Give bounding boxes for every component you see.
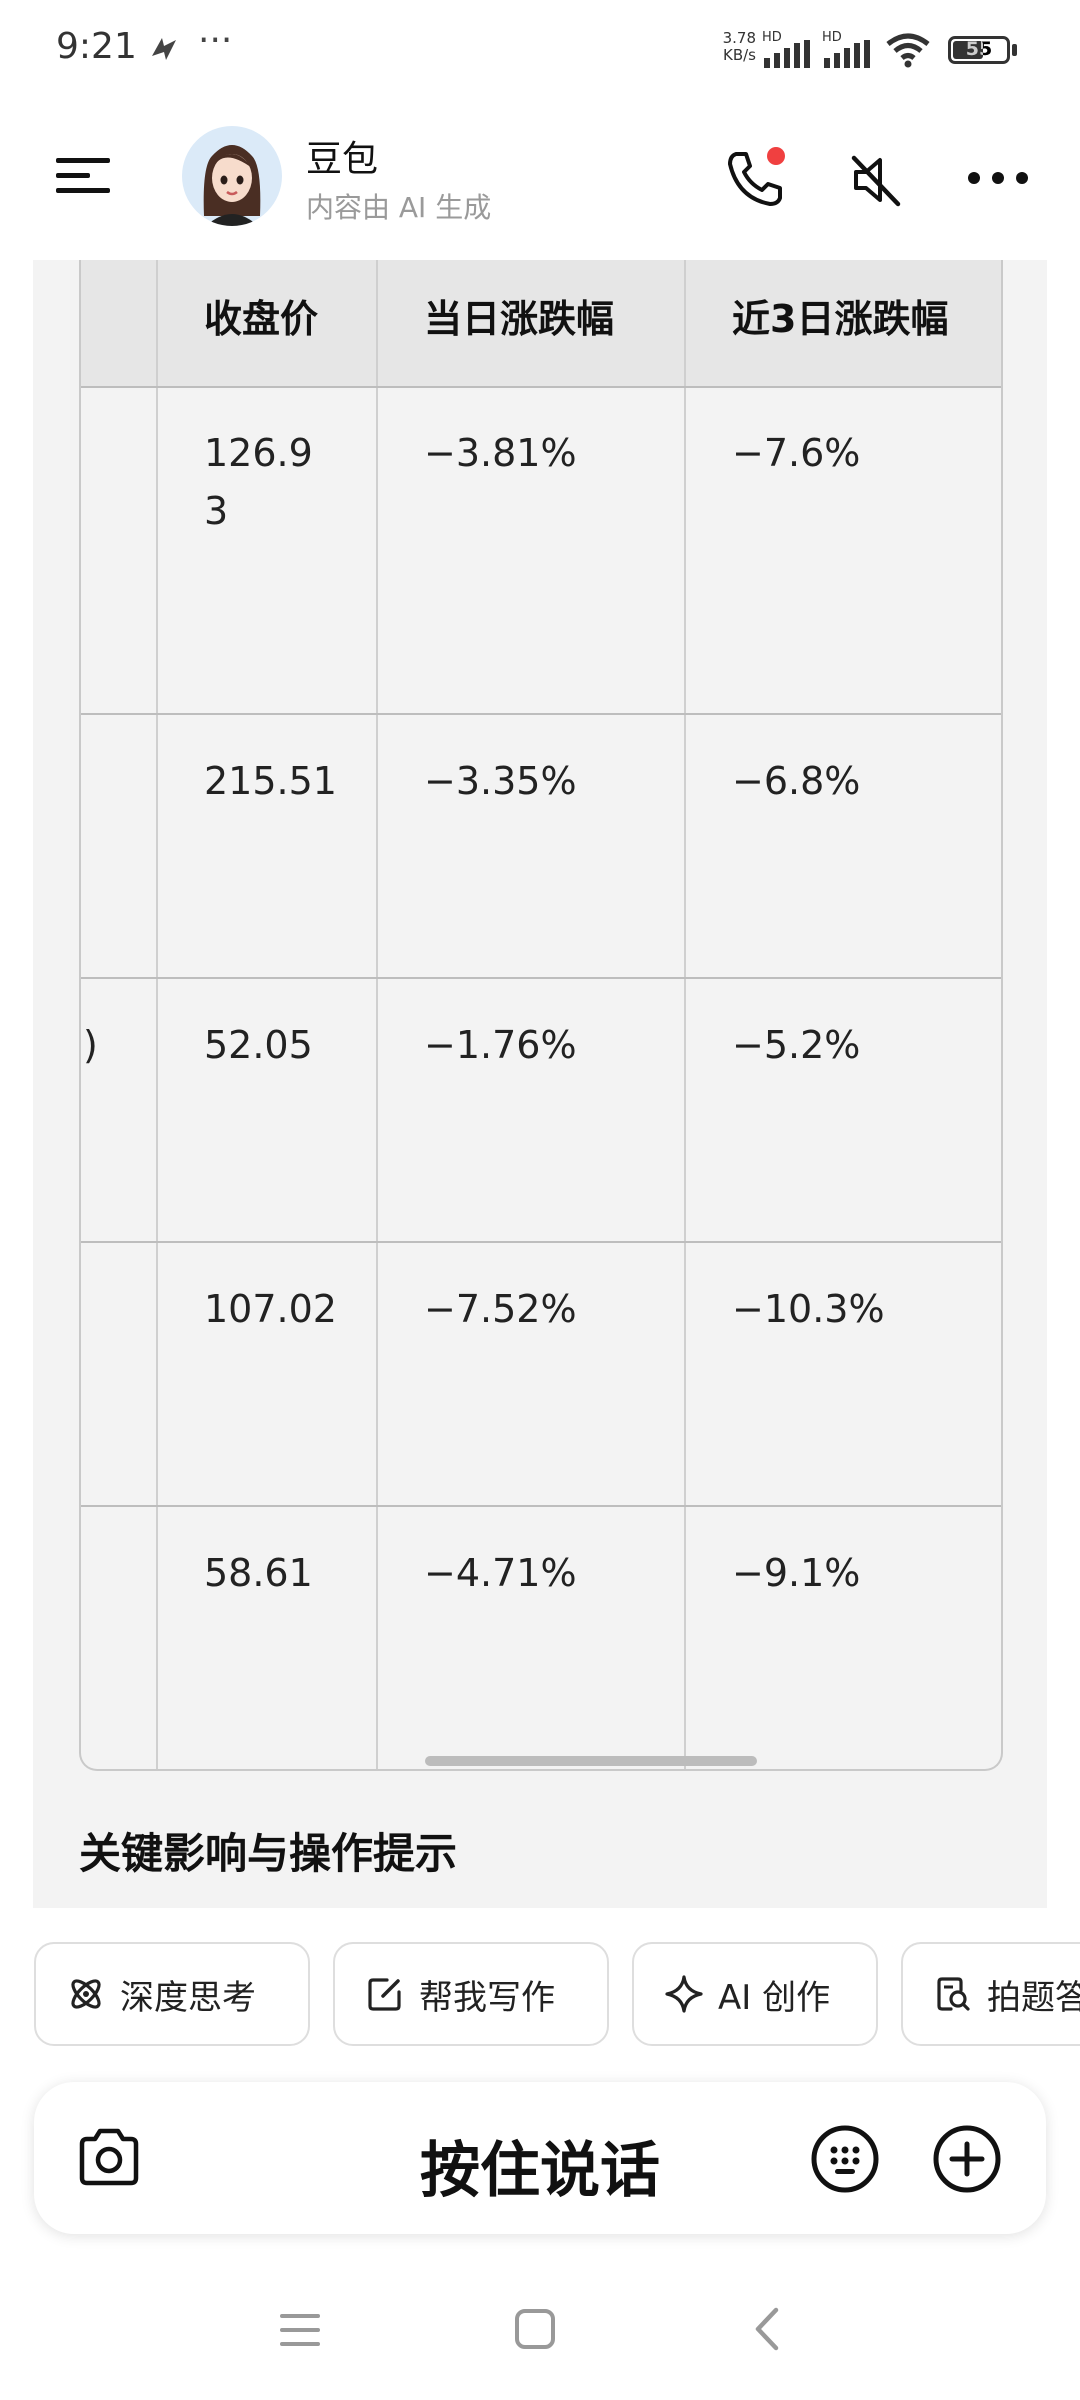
ai-generated-note: 内容由 AI 生成 — [306, 191, 492, 224]
chat-header: 豆包 内容由 AI 生成 — [0, 110, 1080, 250]
speaker-muted-icon[interactable] — [846, 150, 906, 210]
cell-close: 107.02 — [204, 1287, 337, 1331]
chip-label: 拍题答 — [987, 1977, 1080, 2018]
cell-close: 58.61 — [204, 1551, 313, 1595]
status-time: 9:21 — [56, 26, 137, 67]
net-speed: 3.78 KB/s — [712, 30, 756, 64]
cell-3day-change: −5.2% — [732, 1023, 861, 1067]
cell-3day-change: −9.1% — [732, 1551, 861, 1595]
chip-deep-thinking[interactable]: 深度思考 — [34, 1942, 310, 2046]
cell-close: 126.9 3 — [204, 431, 313, 533]
photo-search-icon — [937, 1977, 970, 2011]
table-horizontal-scrollbar[interactable] — [425, 1756, 757, 1766]
edit-icon — [368, 1978, 401, 2011]
cell-3day-change: −6.8% — [732, 759, 861, 803]
cell-partial-name: ) — [83, 1023, 98, 1067]
sparkle-icon — [665, 1975, 703, 2013]
signal-icon-2 — [824, 40, 870, 68]
cell-day-change: −3.35% — [424, 759, 577, 803]
emoji-keyboard-icon[interactable] — [810, 2124, 880, 2194]
section-heading: 关键影响与操作提示 — [79, 1829, 458, 1878]
chip-ai-creation[interactable]: AI 创作 — [632, 1942, 878, 2046]
navigation-app-icon — [152, 38, 176, 60]
wifi-icon — [886, 33, 930, 68]
chip-label: 帮我写作 — [419, 1977, 555, 2018]
back-icon[interactable] — [750, 2306, 784, 2352]
cell-close: 215.51 — [204, 759, 337, 803]
status-bar: 9:21 ··· 3.78 KB/s HD HD 55 — [0, 0, 1080, 100]
column-header-3day-change: 近3日涨跌幅 — [732, 297, 949, 341]
system-navigation-bar — [0, 2290, 1080, 2400]
chip-help-me-write[interactable]: 帮我写作 — [333, 1942, 609, 2046]
chip-photo-question[interactable]: 拍题答 — [901, 1942, 1080, 2046]
cell-3day-change: −7.6% — [732, 431, 861, 475]
avatar[interactable] — [182, 126, 282, 226]
cell-day-change: −7.52% — [424, 1287, 577, 1331]
phone-call-icon[interactable] — [722, 146, 788, 212]
message-content: 收盘价 当日涨跌幅 近3日涨跌幅 126.9 3 −3.81% −7.6% 21… — [33, 260, 1047, 1908]
net-speed-value: 3.78 — [722, 29, 756, 47]
signal-icon-1 — [764, 40, 810, 68]
cell-day-change: −4.71% — [424, 1551, 577, 1595]
battery-icon: 55 — [948, 36, 1010, 64]
more-options-icon[interactable] — [966, 170, 1030, 186]
chip-label: 深度思考 — [120, 1977, 256, 2018]
atom-icon — [71, 1979, 101, 2009]
add-icon[interactable] — [932, 2124, 1002, 2194]
chip-label: AI 创作 — [718, 1977, 831, 2018]
cell-3day-change: −10.3% — [732, 1287, 885, 1331]
cell-day-change: −3.81% — [424, 431, 577, 475]
cell-close: 52.05 — [204, 1023, 313, 1067]
hold-to-talk-button[interactable]: 按住说话 — [34, 2122, 1046, 2209]
net-speed-unit: KB/s — [723, 46, 756, 64]
quick-action-chips: 深度思考 帮我写作 AI 创作 拍题答 — [0, 1942, 1080, 2048]
cell-day-change: −1.76% — [424, 1023, 577, 1067]
battery-level: 55 — [965, 38, 993, 60]
input-bar: 按住说话 — [34, 2082, 1046, 2234]
assistant-name: 豆包 — [306, 139, 379, 180]
home-icon[interactable] — [514, 2308, 556, 2350]
column-header-close: 收盘价 — [204, 297, 319, 341]
more-notifications-icon: ··· — [198, 20, 233, 61]
column-header-day-change: 当日涨跌幅 — [424, 297, 615, 341]
menu-icon[interactable] — [54, 154, 112, 196]
recent-apps-icon[interactable] — [278, 2310, 322, 2350]
stock-table[interactable]: 收盘价 当日涨跌幅 近3日涨跌幅 126.9 3 −3.81% −7.6% 21… — [79, 260, 1003, 1771]
